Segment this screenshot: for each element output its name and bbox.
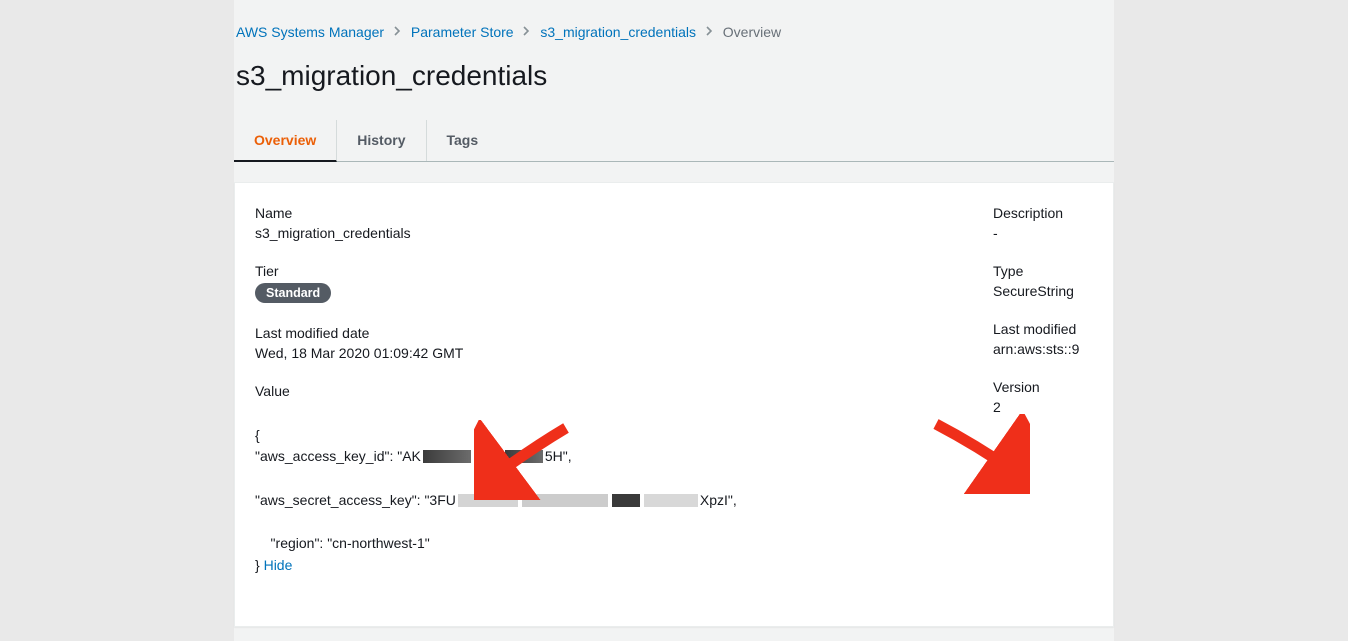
page-title: s3_migration_credentials — [234, 60, 1114, 92]
value-description: - — [993, 225, 1093, 241]
label-description: Description — [993, 205, 1093, 221]
hide-value-link[interactable]: Hide — [264, 557, 293, 573]
label-type: Type — [993, 263, 1093, 279]
label-last-modified-date: Last modified date — [255, 325, 953, 341]
breadcrumb-link-systems-manager[interactable]: AWS Systems Manager — [236, 24, 384, 40]
tabs: Overview History Tags — [234, 120, 1114, 162]
redacted-segment — [458, 494, 518, 507]
json-close-brace: } — [255, 557, 264, 573]
chevron-right-icon — [523, 26, 530, 39]
json-secret-key-pre: "aws_secret_access_key": "3FU — [255, 492, 456, 508]
tier-badge: Standard — [255, 283, 331, 303]
breadcrumb-link-parameter[interactable]: s3_migration_credentials — [540, 24, 696, 40]
redacted-segment — [612, 494, 640, 507]
value-json: { "aws_access_key_id": "AK 5H", "aws_secr… — [255, 403, 953, 598]
label-value: Value — [255, 383, 953, 399]
redacted-segment — [522, 494, 608, 507]
label-last-modified-user: Last modified — [993, 321, 1093, 337]
chevron-right-icon — [706, 26, 713, 39]
label-name: Name — [255, 205, 953, 221]
overview-panel: Name s3_migration_credentials Tier Stand… — [234, 182, 1114, 627]
value-last-modified-date: Wed, 18 Mar 2020 01:09:42 GMT — [255, 345, 953, 361]
label-version: Version — [993, 379, 1093, 395]
label-tier: Tier — [255, 263, 953, 279]
breadcrumb-link-parameter-store[interactable]: Parameter Store — [411, 24, 514, 40]
redacted-segment — [505, 450, 543, 463]
value-last-modified-user: arn:aws:sts::9 — [993, 341, 1093, 357]
tab-history[interactable]: History — [337, 120, 426, 161]
chevron-right-icon — [394, 26, 401, 39]
breadcrumb-current: Overview — [723, 24, 781, 40]
json-region: "region": "cn-northwest-1" — [255, 535, 430, 551]
tab-tags[interactable]: Tags — [427, 120, 499, 161]
tab-overview[interactable]: Overview — [234, 120, 337, 162]
json-access-key-post: 5H", — [545, 448, 572, 464]
redacted-segment — [644, 494, 698, 507]
json-secret-key-post: XpzI", — [700, 492, 737, 508]
redacted-segment — [475, 450, 501, 463]
json-open-brace: { — [255, 427, 260, 443]
json-access-key-pre: "aws_access_key_id": "AK — [255, 448, 421, 464]
value-name: s3_migration_credentials — [255, 225, 953, 241]
breadcrumb: AWS Systems Manager Parameter Store s3_m… — [234, 24, 1114, 40]
redacted-segment — [423, 450, 471, 463]
value-version: 2 — [993, 399, 1093, 415]
value-type: SecureString — [993, 283, 1093, 299]
